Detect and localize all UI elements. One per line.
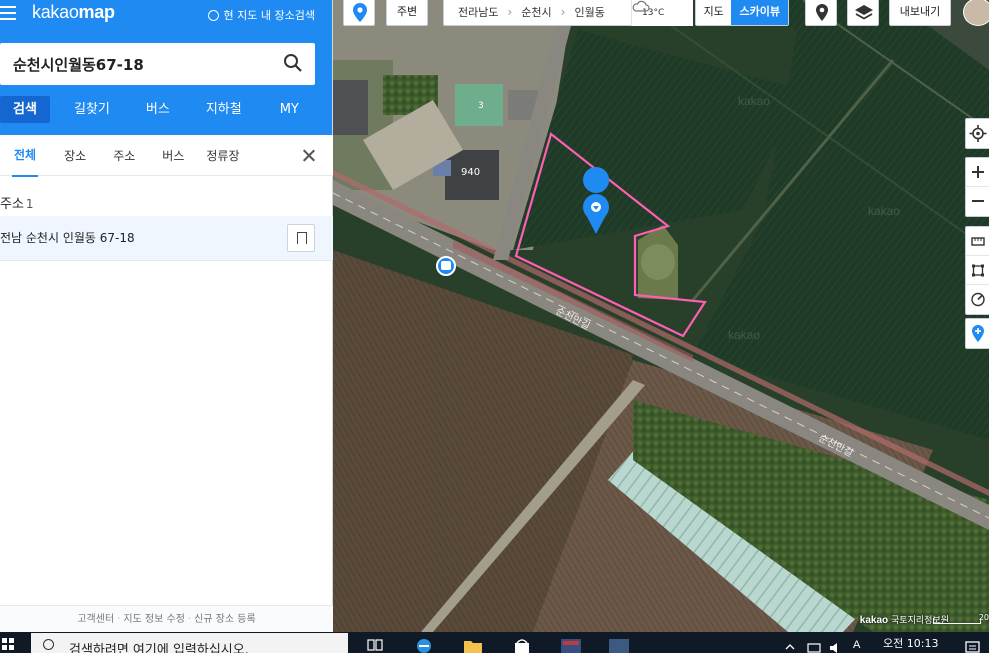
- result-filter-tabs: 전체 장소 주소 버스 정류장: [0, 135, 333, 177]
- svg-text:940: 940: [461, 167, 480, 178]
- bookmark-icon[interactable]: [287, 224, 315, 252]
- screen: kakaomap 현 지도 내 장소검색 순천시인월동67-18 검색 길찾기 …: [0, 0, 989, 653]
- breadcrumb-city[interactable]: 순천시: [521, 4, 551, 20]
- taskbar-search-input[interactable]: 검색하려면 여기에 입력하십시오.: [31, 633, 348, 653]
- tab-my[interactable]: MY: [280, 96, 299, 123]
- link-edit-map-info[interactable]: 지도 정보 수정: [123, 614, 185, 625]
- store-icon[interactable]: [512, 636, 530, 653]
- filter-all[interactable]: 전체: [11, 135, 39, 177]
- task-view-icon[interactable]: [366, 636, 384, 653]
- map-type-map[interactable]: 지도: [696, 0, 731, 25]
- result-section-header: 주소 1: [0, 193, 34, 212]
- edge-browser-icon[interactable]: [415, 636, 433, 653]
- filter-stop[interactable]: 정류장: [206, 147, 239, 164]
- taskbar-clock[interactable]: 오전 10:13: [883, 635, 938, 651]
- tab-directions[interactable]: 길찾기: [74, 96, 110, 123]
- hangul-ime-icon[interactable]: [608, 636, 629, 653]
- start-point-button[interactable]: [343, 0, 375, 26]
- roadview-pin-icon: [816, 4, 828, 21]
- map-tools: [965, 226, 989, 315]
- bus-stop-icon: [436, 256, 456, 276]
- breadcrumb-province[interactable]: 전라남도: [458, 4, 498, 20]
- panel-header: kakaomap 현 지도 내 장소검색 순천시인월동67-18 검색 길찾기 …: [0, 0, 332, 135]
- logo-kakao-text: kakao: [32, 2, 79, 22]
- scale-label: 20: [978, 613, 989, 622]
- zoom-control: [965, 157, 989, 217]
- area-measure-icon[interactable]: [966, 256, 989, 285]
- satellite-imagery: 순천만길 순천만길 940 3 kakao kakao kakao: [333, 0, 989, 632]
- local-area-search-toggle[interactable]: 현 지도 내 장소검색: [207, 7, 315, 23]
- chevron-right-icon: ›: [560, 5, 566, 19]
- add-place-pin-icon: [972, 325, 984, 342]
- file-explorer-icon[interactable]: [463, 636, 482, 653]
- svg-text:kakao: kakao: [728, 328, 760, 342]
- result-address: 전남 순천시 인월동 67-18: [0, 231, 135, 245]
- main-nav: 검색 길찾기 버스 지하철 MY: [0, 96, 333, 123]
- avatar[interactable]: [963, 0, 989, 26]
- breadcrumb-district[interactable]: 인월동: [574, 4, 604, 20]
- windows-start-icon[interactable]: [2, 638, 14, 650]
- menu-icon[interactable]: [0, 6, 16, 20]
- compass-icon[interactable]: [966, 285, 989, 314]
- layer-button[interactable]: [847, 0, 879, 26]
- roadview-button[interactable]: [805, 0, 837, 26]
- around-button[interactable]: 주변: [386, 0, 428, 26]
- radio-icon: [207, 9, 219, 21]
- svg-text:kakao: kakao: [738, 94, 770, 108]
- tab-search[interactable]: 검색: [0, 96, 50, 123]
- cloud-icon: [632, 0, 650, 12]
- filter-bus[interactable]: 버스: [162, 147, 184, 164]
- search-panel: kakaomap 현 지도 내 장소검색 순천시인월동67-18 검색 길찾기 …: [0, 0, 333, 632]
- scale-bar: [933, 618, 981, 624]
- link-register-place[interactable]: 신규 장소 등록: [194, 614, 256, 625]
- map-view[interactable]: 순천만길 순천만길 940 3 kakao kakao kakao 주변 전라남…: [333, 0, 989, 632]
- tray-up-chevron-icon[interactable]: [784, 636, 802, 653]
- windows-taskbar: 검색하려면 여기에 입력하십시오. A 오전 10:13: [0, 632, 989, 653]
- zoom-in-icon[interactable]: [966, 158, 989, 187]
- svg-text:kakao: kakao: [868, 204, 900, 218]
- network-icon[interactable]: [806, 636, 824, 653]
- kakaomap-logo[interactable]: kakaomap: [32, 2, 115, 23]
- result-count: 1: [25, 197, 34, 211]
- crosshair-icon: [969, 125, 987, 142]
- svg-text:3: 3: [478, 101, 484, 111]
- close-icon[interactable]: [302, 149, 315, 162]
- tab-subway[interactable]: 지하철: [206, 96, 242, 123]
- panel-footer: 고객센터 · 지도 정보 수정 · 신규 장소 등록: [0, 605, 333, 632]
- local-search-label: 현 지도 내 장소검색: [223, 9, 315, 22]
- logo-map-text: map: [78, 2, 115, 22]
- chevron-right-icon: ›: [507, 5, 513, 19]
- map-type-skyview[interactable]: 스카이뷰: [731, 0, 788, 25]
- search-query-text: 순천시인월동67-18: [13, 56, 144, 74]
- search-icon[interactable]: [283, 53, 303, 73]
- link-customer-center[interactable]: 고객센터: [77, 614, 114, 625]
- volume-icon[interactable]: [828, 636, 846, 653]
- search-icon: [43, 639, 54, 650]
- result-section-label: 주소: [0, 197, 24, 212]
- tab-bus[interactable]: 버스: [146, 96, 170, 123]
- filter-address[interactable]: 주소: [113, 147, 135, 164]
- ruler-icon[interactable]: [966, 227, 989, 256]
- search-input[interactable]: 순천시인월동67-18: [0, 43, 315, 85]
- input-language[interactable]: A: [853, 639, 871, 653]
- app-icon[interactable]: [560, 636, 581, 653]
- layers-icon: [855, 5, 873, 20]
- map-type-toggle: 지도 스카이뷰: [695, 0, 789, 26]
- zoom-out-icon[interactable]: [966, 187, 989, 216]
- export-button[interactable]: 내보내기: [889, 0, 951, 26]
- list-item[interactable]: 전남 순천시 인월동 67-18: [0, 216, 333, 261]
- start-pin-icon: [353, 3, 367, 22]
- notification-icon[interactable]: [964, 636, 982, 653]
- current-location-button[interactable]: [965, 118, 989, 149]
- weather-widget[interactable]: 13°C: [631, 0, 693, 26]
- filter-place[interactable]: 장소: [64, 147, 86, 164]
- taskbar-search-placeholder: 검색하려면 여기에 입력하십시오.: [69, 643, 249, 653]
- my-place-button[interactable]: [965, 318, 989, 349]
